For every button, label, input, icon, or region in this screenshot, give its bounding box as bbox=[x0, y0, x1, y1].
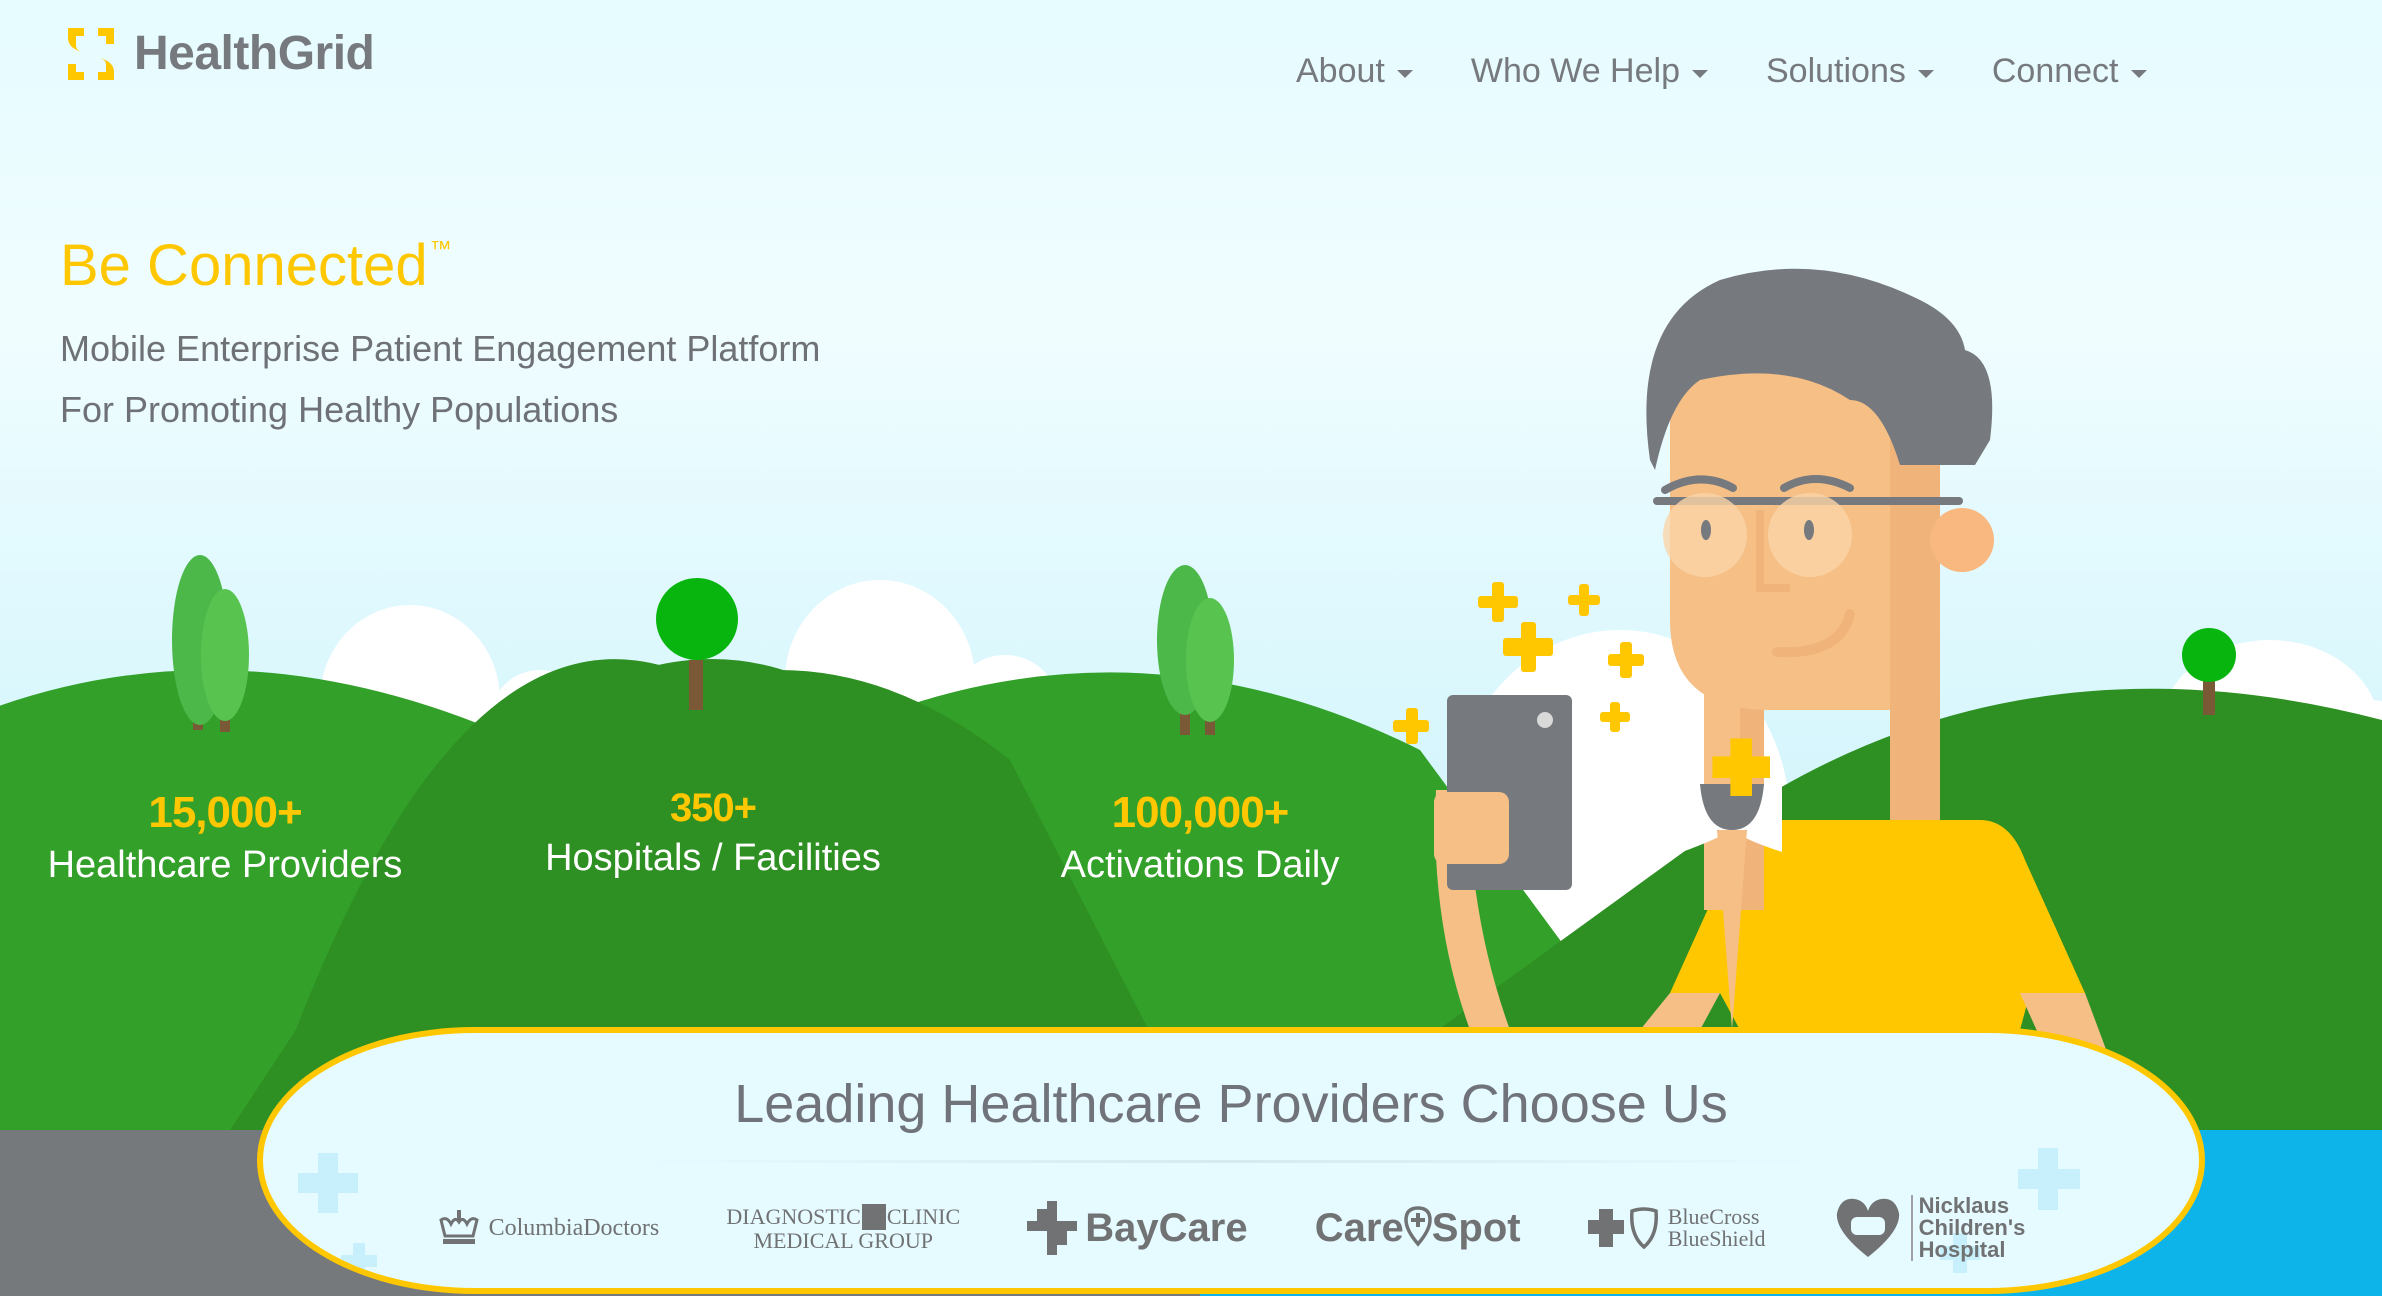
nav-solutions[interactable]: Solutions bbox=[1766, 52, 1934, 91]
logo-text: MEDICAL GROUP bbox=[753, 1228, 933, 1253]
logo-text: BlueShield bbox=[1667, 1226, 1766, 1251]
caret-down-icon bbox=[1691, 69, 1708, 78]
logo-text: CLINIC bbox=[886, 1204, 961, 1229]
nav-solutions-label: Solutions bbox=[1765, 52, 1906, 90]
bluecross-blueshield-icon bbox=[1587, 1207, 1658, 1249]
brand-name: HealthGrid bbox=[134, 27, 375, 80]
location-pin-cross-icon bbox=[1403, 1206, 1432, 1247]
stat-label: Healthcare Providers bbox=[47, 844, 403, 886]
logo-nicklaus-childrens[interactable]: Nicklaus Children's Hospital bbox=[1833, 1193, 2026, 1262]
nav-about-label: About bbox=[1296, 52, 1385, 90]
divider bbox=[643, 1160, 1819, 1163]
logo-text: Hospital bbox=[1918, 1237, 2006, 1262]
crown-icon bbox=[438, 1210, 479, 1244]
nav-who-we-help-label: Who We Help bbox=[1470, 52, 1680, 90]
logo-text: BlueCross bbox=[1667, 1204, 1760, 1229]
partners-heading: Leading Healthcare Providers Choose Us bbox=[734, 1074, 1728, 1134]
hero-subtitle-line2: For Promoting Healthy Populations bbox=[60, 389, 619, 430]
stat-value: 350+ bbox=[669, 786, 757, 830]
stat-activations-daily: 100,000+ Activations Daily bbox=[970, 788, 1430, 887]
logo-text: BayCare bbox=[1085, 1205, 1248, 1250]
decorative-cross bbox=[2018, 1169, 2080, 1189]
stat-label: Activations Daily bbox=[1060, 844, 1340, 886]
logo-columbia-doctors[interactable]: ColumbiaDoctors bbox=[437, 1210, 660, 1246]
logo-bluecross-blueshield[interactable]: BlueCross BlueShield bbox=[1587, 1204, 1766, 1251]
logo-text: Nicklaus bbox=[1918, 1193, 2010, 1218]
caret-down-icon bbox=[1917, 69, 1934, 78]
hero-title-text: Be Connected bbox=[60, 233, 428, 298]
logo-diagnostic-clinic[interactable]: DIAGNOSTIC CLINIC MEDICAL GROUP bbox=[726, 1204, 960, 1252]
nav-who-we-help[interactable]: Who We Help bbox=[1471, 52, 1708, 91]
stat-value: 100,000+ bbox=[1111, 788, 1290, 837]
logo-text: Spot bbox=[1431, 1205, 1521, 1250]
partner-logos: ColumbiaDoctors DIAGNOSTIC CLINIC MEDICA… bbox=[403, 1188, 2059, 1268]
decorative-cross bbox=[298, 1173, 358, 1193]
decorative-cross bbox=[341, 1255, 377, 1267]
logo-carespot[interactable]: Care Spot bbox=[1315, 1206, 1521, 1251]
stat-label: Hospitals / Facilities bbox=[545, 837, 881, 879]
caret-down-icon bbox=[2130, 69, 2147, 78]
logo-text: Children's bbox=[1918, 1215, 2026, 1240]
stat-hospitals-facilities: 350+ Hospitals / Facilities bbox=[483, 786, 943, 880]
caduceus-cross-icon bbox=[861, 1204, 886, 1230]
nav-connect[interactable]: Connect bbox=[1992, 52, 2147, 91]
logo-text: Care bbox=[1314, 1205, 1404, 1250]
heart-bear-icon bbox=[1836, 1198, 1899, 1257]
trademark-symbol: ™ bbox=[429, 236, 452, 261]
nav-about[interactable]: About bbox=[1296, 52, 1413, 91]
partners-panel: Leading Healthcare Providers Choose Us C… bbox=[257, 1027, 2205, 1294]
stat-healthcare-providers: 15,000+ Healthcare Providers bbox=[0, 788, 455, 887]
logo-text: DIAGNOSTIC bbox=[726, 1204, 861, 1229]
nav-connect-label: Connect bbox=[1991, 52, 2119, 90]
healthgrid-s-logo-icon bbox=[68, 27, 114, 80]
logo-text: ColumbiaDoctors bbox=[488, 1214, 660, 1241]
hero-subtitle-line1: Mobile Enterprise Patient Engagement Pla… bbox=[60, 328, 821, 369]
stat-value: 15,000+ bbox=[148, 788, 302, 837]
caret-down-icon bbox=[1396, 69, 1413, 78]
healthgrid-logo[interactable]: HealthGrid bbox=[68, 26, 375, 81]
hero-title: Be Connected™ bbox=[60, 232, 452, 299]
hero-subtitle: Mobile Enterprise Patient Engagement Pla… bbox=[60, 318, 820, 440]
main-nav: About Who We Help Solutions Connect bbox=[1296, 52, 2205, 91]
logo-baycare[interactable]: BayCare bbox=[1027, 1201, 1248, 1255]
baycare-cross-icon bbox=[1027, 1201, 1078, 1255]
